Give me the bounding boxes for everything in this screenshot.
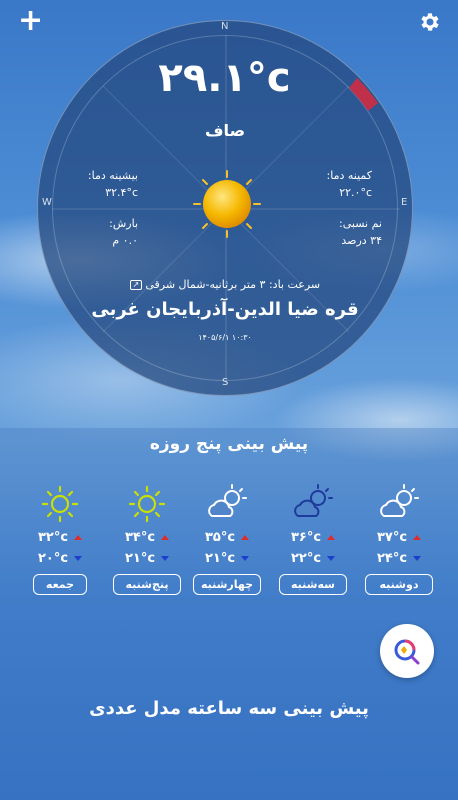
forecast-day: ۳۴°c ۲۱°c پنج‌شنبه xyxy=(112,484,182,595)
day-button[interactable]: پنج‌شنبه xyxy=(113,574,181,595)
humidity-value: ۳۴ درصد xyxy=(341,234,382,247)
day-button[interactable]: سه‌شنبه xyxy=(279,574,347,595)
max-temp: ۳۲°c xyxy=(37,530,69,545)
max-temp: ۳۴°c xyxy=(124,530,156,545)
up-arrow-icon xyxy=(413,535,422,540)
compass-north-label: N xyxy=(221,21,229,32)
forecast-title: پیش بینی پنج روزه xyxy=(149,434,309,454)
sun-icon xyxy=(41,485,79,523)
compass-east-label: E xyxy=(401,197,408,208)
rain-stat: بارش: ۰.۰ م xyxy=(78,217,138,247)
gear-icon xyxy=(421,13,439,31)
down-arrow-icon xyxy=(413,556,422,561)
current-temperature: ۲۹.۱°c xyxy=(158,55,292,101)
current-weather-compass: N S W E ۲۹.۱°c صاف کمینه دما: ۲۲.۰°c نم … xyxy=(37,20,413,396)
partly-cloudy-icon xyxy=(380,484,419,517)
city-name[interactable]: قره ضیا الدین-آذربایجان غربی xyxy=(38,299,412,320)
partly-cloudy-icon xyxy=(294,484,333,517)
compass-south-label: S xyxy=(222,377,229,388)
rain-value: ۰.۰ م xyxy=(112,234,138,247)
wind-text: سرعت باد: ۳ متر برثانیه-شمال شرقی xyxy=(145,278,321,291)
forecast-day: ۳۷°c ۲۴°c دوشنبه xyxy=(364,484,434,595)
max-temp-label: بیشینه دما: xyxy=(87,169,138,182)
day-button[interactable]: دوشنبه xyxy=(365,574,433,595)
up-arrow-icon xyxy=(327,535,336,540)
max-temp: ۳۵°c xyxy=(204,530,236,545)
min-temp: ۲۴°c xyxy=(376,551,408,566)
weather-condition: صاف xyxy=(204,121,246,140)
max-temp-value: ۳۲.۴°c xyxy=(105,186,138,199)
max-temp: ۳۶°c xyxy=(290,530,322,545)
day-button[interactable]: جمعه xyxy=(33,574,87,595)
min-temp: ۲۰°c xyxy=(37,551,69,566)
assistant-search-icon xyxy=(394,639,420,665)
down-arrow-icon xyxy=(161,556,170,561)
min-temp: ۲۱°c xyxy=(204,551,236,566)
max-temp-stat: بیشینه دما: ۳۲.۴°c xyxy=(68,169,138,199)
rain-label: بارش: xyxy=(109,217,138,230)
sun-icon xyxy=(193,170,261,238)
min-temp-label: کمینه دما: xyxy=(326,169,372,182)
max-temp: ۳۷°c xyxy=(376,530,408,545)
up-arrow-icon xyxy=(74,535,83,540)
humidity-stat: نم نسبی: ۳۴ درصد xyxy=(302,217,382,247)
partly-cloudy-icon xyxy=(208,484,247,517)
settings-button[interactable] xyxy=(418,10,442,34)
up-arrow-icon xyxy=(241,535,250,540)
up-arrow-icon xyxy=(161,535,170,540)
compass-west-label: W xyxy=(42,197,52,208)
min-temp: ۲۲°c xyxy=(290,551,322,566)
wind-info: سرعت باد: ۳ متر برثانیه-شمال شرقی ↗ xyxy=(38,278,412,291)
sun-icon xyxy=(128,485,166,523)
min-temp-stat: کمینه دما: ۲۲.۰°c xyxy=(302,169,372,199)
down-arrow-icon xyxy=(74,556,83,561)
forecast-day: ۳۵°c ۲۱°c چهارشنبه xyxy=(192,484,262,595)
wind-direction-icon: ↗ xyxy=(129,280,142,290)
assistant-button[interactable] xyxy=(380,624,434,678)
down-arrow-icon xyxy=(241,556,250,561)
five-day-forecast: پیش بینی پنج روزه ۳۷°c ۲۴°c دوشنبه ۳۶°c … xyxy=(0,428,458,800)
forecast-day: ۳۲°c ۲۰°c جمعه xyxy=(30,484,90,595)
numerical-forecast-title[interactable]: پیش بینی سه ساعته مدل عددی xyxy=(0,698,458,719)
down-arrow-icon xyxy=(327,556,336,561)
min-temp-value: ۲۲.۰°c xyxy=(339,186,372,199)
day-button[interactable]: چهارشنبه xyxy=(193,574,261,595)
humidity-label: نم نسبی: xyxy=(339,217,382,230)
update-datetime: ۱۴۰۵/۶/۱ ۱۰:۳۰ xyxy=(198,333,252,342)
forecast-day: ۳۶°c ۲۲°c سه‌شنبه xyxy=(278,484,348,595)
min-temp: ۲۱°c xyxy=(124,551,156,566)
